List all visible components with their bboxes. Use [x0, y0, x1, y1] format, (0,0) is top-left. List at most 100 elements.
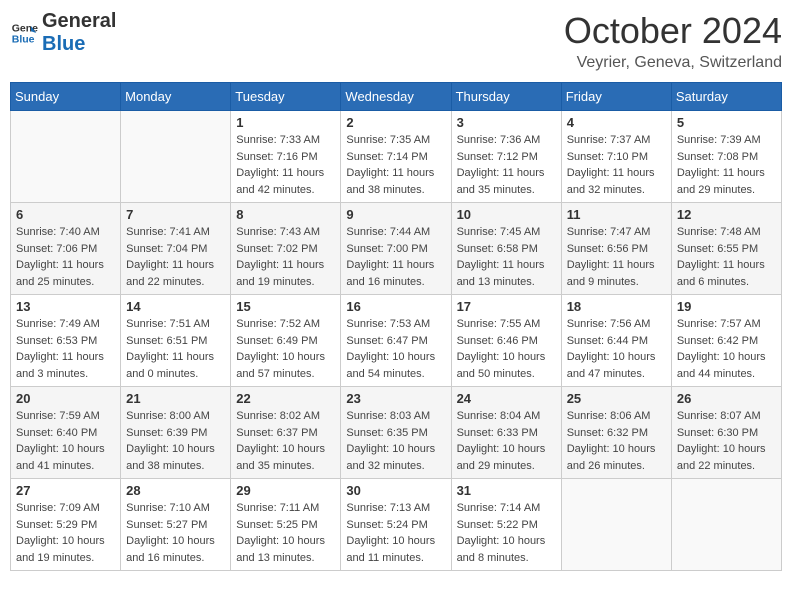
day-number: 2	[346, 115, 445, 130]
day-number: 24	[457, 391, 556, 406]
calendar-day-cell: 13 Sunrise: 7:49 AMSunset: 6:53 PMDayligh…	[11, 295, 121, 387]
calendar-table: SundayMondayTuesdayWednesdayThursdayFrid…	[10, 82, 782, 571]
day-number: 28	[126, 483, 225, 498]
day-info: Sunrise: 7:37 AMSunset: 7:10 PMDaylight:…	[567, 132, 666, 198]
weekday-header: Thursday	[451, 83, 561, 111]
day-info: Sunrise: 7:33 AMSunset: 7:16 PMDaylight:…	[236, 132, 335, 198]
day-number: 21	[126, 391, 225, 406]
day-number: 30	[346, 483, 445, 498]
svg-text:Blue: Blue	[12, 34, 35, 46]
weekday-header: Friday	[561, 83, 671, 111]
title-area: October 2024 Veyrier, Geneva, Switzerlan…	[564, 10, 782, 72]
day-number: 18	[567, 299, 666, 314]
calendar-day-cell: 25Sunrise: 8:06 AMSunset: 6:32 PMDayligh…	[561, 387, 671, 479]
day-number: 23	[346, 391, 445, 406]
month-title: October 2024	[564, 10, 782, 52]
day-number: 9	[346, 207, 445, 222]
calendar-week-row: 1Sunrise: 7:33 AMSunset: 7:16 PMDaylight…	[11, 111, 782, 203]
calendar-day-cell: 7 Sunrise: 7:41 AMSunset: 7:04 PMDaylight…	[121, 203, 231, 295]
calendar-week-row: 6Sunrise: 7:40 AMSunset: 7:06 PMDaylight…	[11, 203, 782, 295]
day-info: Sunrise: 8:00 AMSunset: 6:39 PMDaylight:…	[126, 408, 225, 474]
day-info: Sunrise: 7:09 AMSunset: 5:29 PMDaylight:…	[16, 500, 115, 566]
day-number: 16	[346, 299, 445, 314]
weekday-header: Sunday	[11, 83, 121, 111]
day-number: 19	[677, 299, 776, 314]
calendar-day-cell	[121, 111, 231, 203]
calendar-day-cell: 27 Sunrise: 7:09 AMSunset: 5:29 PMDayligh…	[11, 479, 121, 571]
day-info: Sunrise: 8:06 AMSunset: 6:32 PMDaylight:…	[567, 408, 666, 474]
calendar-week-row: 13 Sunrise: 7:49 AMSunset: 6:53 PMDayligh…	[11, 295, 782, 387]
day-number: 12	[677, 207, 776, 222]
day-info: Sunrise: 7:57 AMSunset: 6:42 PMDaylight:…	[677, 316, 776, 382]
day-number: 11	[567, 207, 666, 222]
calendar-day-cell: 31Sunrise: 7:14 AMSunset: 5:22 PMDayligh…	[451, 479, 561, 571]
day-info: Sunrise: 7:44 AMSunset: 7:00 PMDaylight:…	[346, 224, 445, 290]
day-info: Sunrise: 7:59 AMSunset: 6:40 PMDaylight:…	[16, 408, 115, 474]
calendar-day-cell: 5 Sunrise: 7:39 AMSunset: 7:08 PMDaylight…	[671, 111, 781, 203]
day-number: 22	[236, 391, 335, 406]
day-info: Sunrise: 7:49 AMSunset: 6:53 PMDaylight:…	[16, 316, 115, 382]
calendar-day-cell: 9 Sunrise: 7:44 AMSunset: 7:00 PMDaylight…	[341, 203, 451, 295]
calendar-day-cell: 16 Sunrise: 7:53 AMSunset: 6:47 PMDayligh…	[341, 295, 451, 387]
day-info: Sunrise: 7:11 AMSunset: 5:25 PMDaylight:…	[236, 500, 335, 566]
calendar-day-cell: 4Sunrise: 7:37 AMSunset: 7:10 PMDaylight…	[561, 111, 671, 203]
calendar-day-cell: 23 Sunrise: 8:03 AMSunset: 6:35 PMDayligh…	[341, 387, 451, 479]
calendar-day-cell: 8Sunrise: 7:43 AMSunset: 7:02 PMDaylight…	[231, 203, 341, 295]
calendar-day-cell: 1Sunrise: 7:33 AMSunset: 7:16 PMDaylight…	[231, 111, 341, 203]
calendar-day-cell: 18 Sunrise: 7:56 AMSunset: 6:44 PMDayligh…	[561, 295, 671, 387]
weekday-header: Tuesday	[231, 83, 341, 111]
calendar-day-cell	[561, 479, 671, 571]
day-info: Sunrise: 7:13 AMSunset: 5:24 PMDaylight:…	[346, 500, 445, 566]
calendar-day-cell: 19 Sunrise: 7:57 AMSunset: 6:42 PMDayligh…	[671, 295, 781, 387]
day-number: 10	[457, 207, 556, 222]
logo: General Blue General Blue	[10, 10, 116, 56]
day-number: 5	[677, 115, 776, 130]
weekday-header: Wednesday	[341, 83, 451, 111]
day-info: Sunrise: 7:39 AMSunset: 7:08 PMDaylight:…	[677, 132, 776, 198]
day-info: Sunrise: 7:48 AMSunset: 6:55 PMDaylight:…	[677, 224, 776, 290]
calendar-day-cell: 14Sunrise: 7:51 AMSunset: 6:51 PMDayligh…	[121, 295, 231, 387]
calendar-day-cell: 10Sunrise: 7:45 AMSunset: 6:58 PMDayligh…	[451, 203, 561, 295]
page-header: General Blue General Blue October 2024 V…	[10, 10, 782, 72]
day-number: 27	[16, 483, 115, 498]
logo-text: General Blue	[42, 10, 116, 56]
calendar-day-cell: 3 Sunrise: 7:36 AMSunset: 7:12 PMDaylight…	[451, 111, 561, 203]
day-info: Sunrise: 8:02 AMSunset: 6:37 PMDaylight:…	[236, 408, 335, 474]
calendar-day-cell: 30 Sunrise: 7:13 AMSunset: 5:24 PMDayligh…	[341, 479, 451, 571]
day-number: 3	[457, 115, 556, 130]
weekday-header: Saturday	[671, 83, 781, 111]
calendar-day-cell	[671, 479, 781, 571]
day-number: 13	[16, 299, 115, 314]
day-number: 17	[457, 299, 556, 314]
day-info: Sunrise: 7:41 AMSunset: 7:04 PMDaylight:…	[126, 224, 225, 290]
calendar-day-cell	[11, 111, 121, 203]
calendar-day-cell: 2Sunrise: 7:35 AMSunset: 7:14 PMDaylight…	[341, 111, 451, 203]
day-info: Sunrise: 7:52 AMSunset: 6:49 PMDaylight:…	[236, 316, 335, 382]
weekday-header: Monday	[121, 83, 231, 111]
day-info: Sunrise: 7:53 AMSunset: 6:47 PMDaylight:…	[346, 316, 445, 382]
day-info: Sunrise: 8:07 AMSunset: 6:30 PMDaylight:…	[677, 408, 776, 474]
day-number: 8	[236, 207, 335, 222]
calendar-day-cell: 28Sunrise: 7:10 AMSunset: 5:27 PMDayligh…	[121, 479, 231, 571]
calendar-day-cell: 26 Sunrise: 8:07 AMSunset: 6:30 PMDayligh…	[671, 387, 781, 479]
day-info: Sunrise: 7:51 AMSunset: 6:51 PMDaylight:…	[126, 316, 225, 382]
day-number: 26	[677, 391, 776, 406]
day-number: 7	[126, 207, 225, 222]
day-info: Sunrise: 8:03 AMSunset: 6:35 PMDaylight:…	[346, 408, 445, 474]
day-number: 6	[16, 207, 115, 222]
calendar-day-cell: 29 Sunrise: 7:11 AMSunset: 5:25 PMDayligh…	[231, 479, 341, 571]
day-info: Sunrise: 7:14 AMSunset: 5:22 PMDaylight:…	[457, 500, 556, 566]
day-number: 15	[236, 299, 335, 314]
calendar-day-cell: 22 Sunrise: 8:02 AMSunset: 6:37 PMDayligh…	[231, 387, 341, 479]
calendar-week-row: 20Sunrise: 7:59 AMSunset: 6:40 PMDayligh…	[11, 387, 782, 479]
svg-text:General: General	[12, 22, 38, 34]
day-info: Sunrise: 7:56 AMSunset: 6:44 PMDaylight:…	[567, 316, 666, 382]
day-number: 29	[236, 483, 335, 498]
calendar-day-cell: 15 Sunrise: 7:52 AMSunset: 6:49 PMDayligh…	[231, 295, 341, 387]
day-info: Sunrise: 7:55 AMSunset: 6:46 PMDaylight:…	[457, 316, 556, 382]
calendar-day-cell: 21 Sunrise: 8:00 AMSunset: 6:39 PMDayligh…	[121, 387, 231, 479]
day-info: Sunrise: 7:36 AMSunset: 7:12 PMDaylight:…	[457, 132, 556, 198]
calendar-day-cell: 6Sunrise: 7:40 AMSunset: 7:06 PMDaylight…	[11, 203, 121, 295]
logo-icon: General Blue	[10, 19, 38, 47]
calendar-day-cell: 11Sunrise: 7:47 AMSunset: 6:56 PMDayligh…	[561, 203, 671, 295]
